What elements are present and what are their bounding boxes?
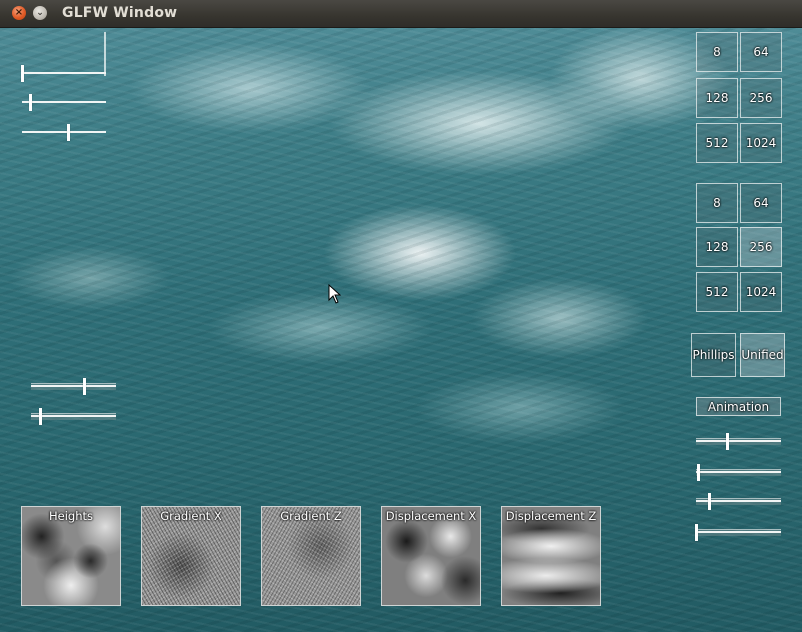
slider-knob[interactable]: [707, 493, 711, 510]
texture-label: Displacement X: [385, 509, 477, 523]
texture-gradient-z: Gradient Z: [261, 506, 361, 606]
res-grid1-64-button[interactable]: 64: [740, 32, 782, 72]
slider-track: [22, 131, 106, 133]
slider-left-2[interactable]: [22, 94, 106, 111]
res-grid2-64-button[interactable]: 64: [740, 183, 782, 223]
res-grid1-1024-button[interactable]: 1024: [740, 123, 782, 163]
res-grid1-256-button[interactable]: 256: [740, 78, 782, 118]
texture-label: Heights: [48, 509, 93, 523]
slider-left-3[interactable]: [22, 124, 106, 141]
ocean-viewport[interactable]: 8 64 128 256 512 1024 8 64 128 256 512 1…: [0, 28, 802, 632]
texture-gradient-x: Gradient X: [141, 506, 241, 606]
title-bar: × ⌄ GLFW Window: [0, 0, 802, 28]
texture-displacement-z: Displacement Z: [501, 506, 601, 606]
slider-track-line: [31, 415, 116, 417]
res-grid2-128-button[interactable]: 128: [696, 227, 738, 267]
texture-label: Gradient X: [160, 509, 222, 523]
slider-left-4[interactable]: [31, 378, 116, 395]
res-grid2-8-button[interactable]: 8: [696, 183, 738, 223]
res-grid2-256-button[interactable]: 256: [740, 227, 782, 267]
slider-left-5[interactable]: [31, 408, 116, 425]
mouse-pointer-icon: [328, 284, 342, 304]
slider-left-1[interactable]: [21, 65, 106, 82]
window-menu-icon[interactable]: ⌄: [33, 6, 47, 20]
slider-track: [22, 101, 106, 103]
slider-right-2[interactable]: [696, 464, 781, 481]
slider-knob[interactable]: [29, 94, 33, 111]
res-grid2-512-button[interactable]: 512: [696, 272, 738, 312]
texture-label: Displacement Z: [505, 509, 597, 523]
texture-heights: Heights: [21, 506, 121, 606]
res-grid1-512-button[interactable]: 512: [696, 123, 738, 163]
slider-knob[interactable]: [82, 378, 86, 395]
texture-displacement-x: Displacement X: [381, 506, 481, 606]
slider-track: [22, 72, 106, 74]
slider-track-line: [31, 385, 116, 387]
animation-button[interactable]: Animation: [696, 397, 781, 416]
slider-right-3[interactable]: [696, 493, 781, 510]
slider-track-line: [696, 440, 781, 442]
unified-spectrum-button[interactable]: Unified: [740, 333, 785, 377]
slider-knob[interactable]: [725, 433, 729, 450]
slider-knob[interactable]: [695, 524, 698, 541]
res-grid1-8-button[interactable]: 8: [696, 32, 738, 72]
slider-track-line: [696, 531, 781, 533]
slider-knob[interactable]: [21, 65, 24, 82]
res-grid1-128-button[interactable]: 128: [696, 78, 738, 118]
phillips-spectrum-button[interactable]: Phillips: [691, 333, 736, 377]
close-window-icon[interactable]: ×: [12, 6, 26, 20]
texture-label: Gradient Z: [280, 509, 342, 523]
slider-right-1[interactable]: [696, 433, 781, 450]
window-title: GLFW Window: [62, 5, 178, 21]
slider-track-line: [696, 471, 781, 473]
slider-right-4[interactable]: [695, 524, 781, 541]
slider-knob[interactable]: [696, 464, 700, 481]
slider-knob[interactable]: [67, 124, 71, 141]
res-grid2-1024-button[interactable]: 1024: [740, 272, 782, 312]
slider-knob[interactable]: [38, 408, 42, 425]
